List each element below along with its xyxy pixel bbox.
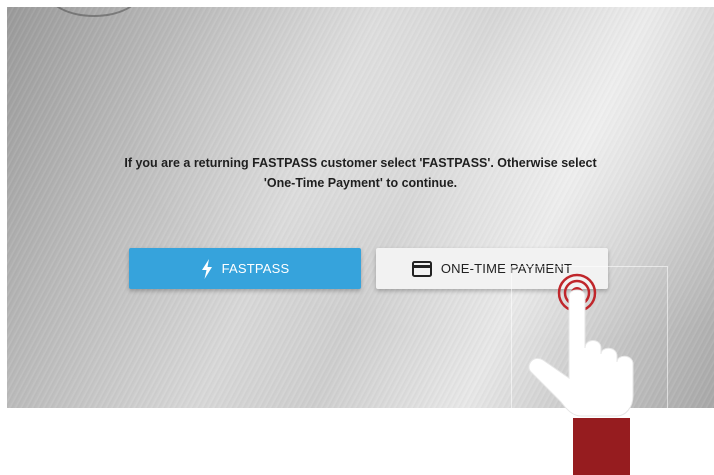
tutorial-stage: If you are a returning FASTPASS customer… <box>0 0 714 475</box>
pointing-hand-icon <box>528 273 634 417</box>
instruction-line-1: If you are a returning FASTPASS customer… <box>124 156 597 170</box>
fastpass-button-label: FASTPASS <box>221 261 290 276</box>
fastpass-button[interactable]: FASTPASS <box>129 248 361 289</box>
hand-shape <box>528 289 634 417</box>
instruction-text: If you are a returning FASTPASS customer… <box>7 153 714 193</box>
credit-card-icon <box>411 260 432 277</box>
instruction-line-2: 'One-Time Payment' to continue. <box>263 176 458 190</box>
lightning-bolt-icon <box>201 258 213 279</box>
hand-cuff <box>573 418 630 475</box>
